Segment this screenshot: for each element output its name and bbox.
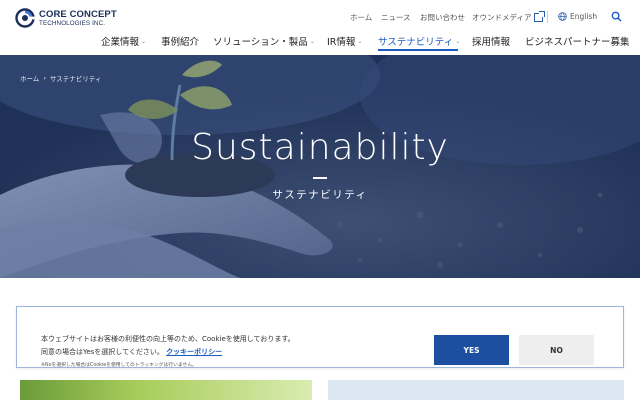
breadcrumb-current: サステナビリティ [49,75,102,83]
cookie-message-line1: 本ウェブサイトはお客様の利便性の向上等のため、Cookieを使用しております。 [41,335,295,343]
cookie-message-line2: 同意の場合はYesを選択してください。 クッキーポリシー [41,347,222,357]
cookie-policy-link[interactable]: クッキーポリシー [166,348,222,356]
page-subtitle: サステナビリティ [272,189,368,201]
content-card-image [20,380,312,400]
utility-divider [547,11,548,23]
util-link-news[interactable]: ニュース [381,12,411,23]
site-header: CORE CONCEPT TECHNOLOGIES INC. ホーム ニュース … [0,0,640,55]
breadcrumb-home[interactable]: ホーム [20,73,39,83]
gnav-ir[interactable]: IR情報 ⌄ [327,34,362,48]
gnav-company[interactable]: 企業情報 ⌄ [101,34,146,48]
util-link-home[interactable]: ホーム [350,12,372,23]
gnav-solutions-label: ソリューション・製品 [213,37,308,48]
gnav-solutions[interactable]: ソリューション・製品 ⌄ [213,34,315,48]
gnav-careers-label: 採用情報 [472,37,511,48]
logo-text-line2: TECHNOLOGIES INC. [39,20,106,27]
breadcrumb: ホーム › サステナビリティ [20,73,101,83]
language-switch[interactable]: English [558,12,597,21]
gnav-partners[interactable]: ビジネスパートナー募集 [525,34,630,48]
gnav-company-label: 企業情報 [101,37,140,48]
chevron-down-icon: ⌄ [357,37,363,45]
globe-icon [558,12,567,21]
gnav-partners-label: ビジネスパートナー募集 [525,37,630,48]
owned-media-label: オウンドメディア [472,13,532,22]
logo-text-line1: CORE CONCEPT [39,9,117,20]
gnav-cases-label: 事例紹介 [161,37,200,48]
cookie-message-line2-text: 同意の場合はYesを選択してください。 [41,348,164,356]
gnav-careers[interactable]: 採用情報 [472,34,510,48]
page-title: Sustainability [191,127,449,168]
chevron-down-icon: ⌄ [455,37,461,45]
cookie-consent-banner: 本ウェブサイトはお客様の利便性の向上等のため、Cookieを使用しております。 … [16,306,624,368]
cct-logo-mark-icon [15,8,35,28]
company-logo[interactable]: CORE CONCEPT TECHNOLOGIES INC. [15,8,125,30]
cookie-accept-button[interactable]: YES [434,335,509,365]
breadcrumb-separator-icon: › [43,74,46,82]
search-icon[interactable] [611,11,622,22]
cookie-note: ※Noを選択した場合はCookieを使用してのトラッキングは行いません。 [41,363,197,368]
gnav-sustainability-label: サステナビリティ [378,37,454,48]
util-link-contact[interactable]: お問い合わせ [420,12,465,23]
chevron-down-icon: ⌄ [309,37,315,45]
content-card-panel [328,380,624,400]
gnav-ir-label: IR情報 [327,37,356,48]
hero-banner: ホーム › サステナビリティ Sustainability サステナビリティ [0,55,640,278]
cookie-decline-button[interactable]: NO [519,335,594,365]
language-label: English [570,12,598,21]
active-nav-underline [378,49,458,51]
title-divider [313,177,327,179]
gnav-sustainability[interactable]: サステナビリティ ⌄ [378,34,460,48]
external-link-icon [534,11,546,22]
chevron-down-icon: ⌄ [141,37,147,45]
gnav-cases[interactable]: 事例紹介 [161,34,199,48]
util-link-owned-media[interactable]: オウンドメディア [472,11,546,23]
